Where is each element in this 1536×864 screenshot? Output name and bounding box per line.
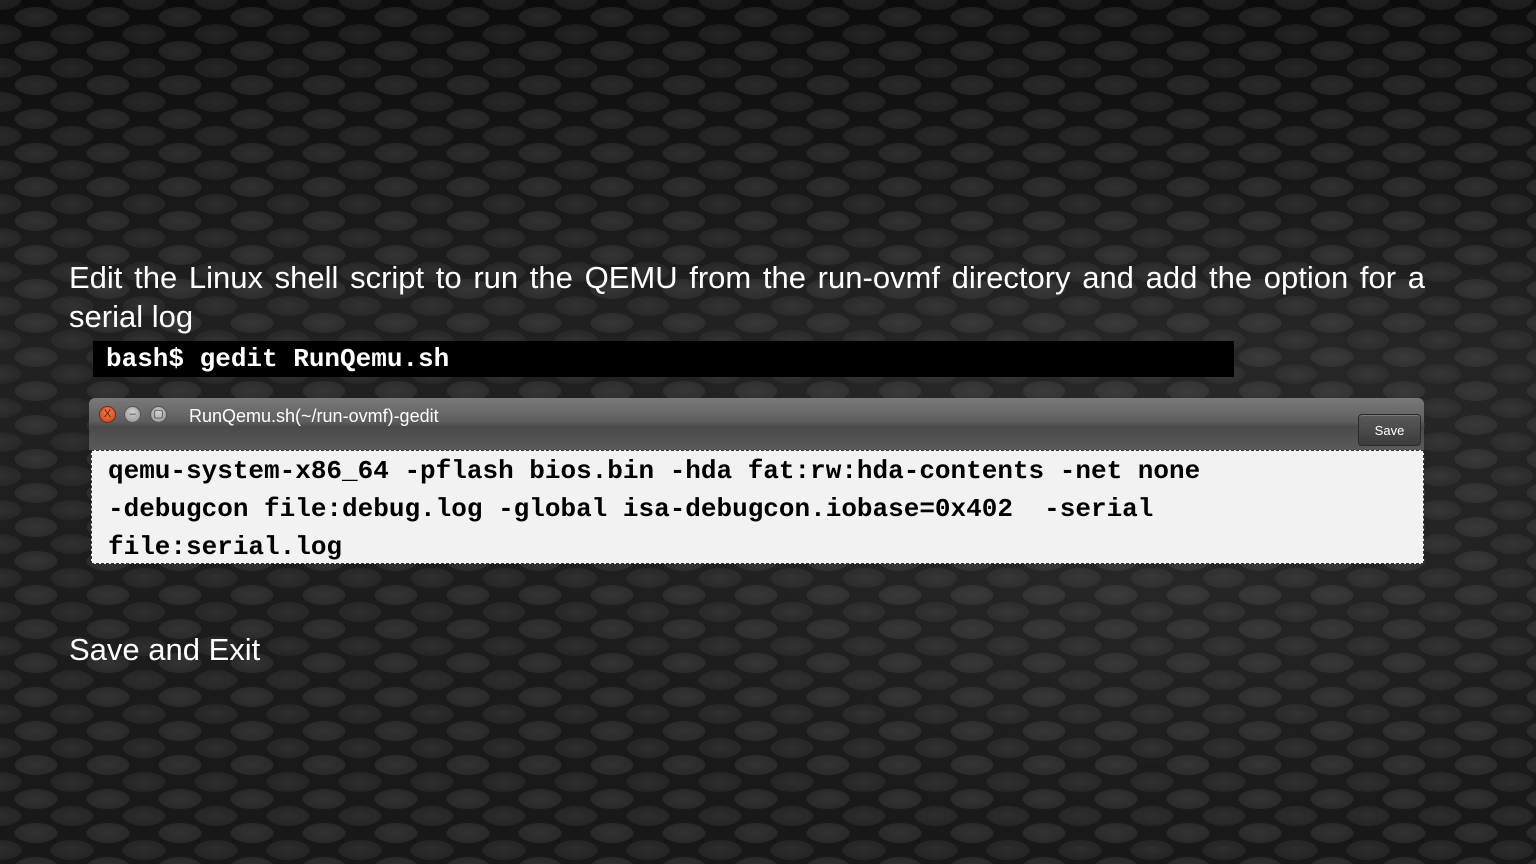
save-button[interactable]: Save [1358,414,1421,446]
terminal-command-bar: bash$ gedit RunQemu.sh [93,341,1234,377]
editor-text-area[interactable]: qemu-system-x86_64 -pflash bios.bin -hda… [91,450,1424,564]
instruction-text: Edit the Linux shell script to run the Q… [69,260,1425,334]
gedit-titlebar[interactable]: X – ▢ RunQemu.sh(~/run-ovmf)-gedit Save [89,398,1424,450]
editor-line: file:serial.log [108,532,343,562]
gedit-window: X – ▢ RunQemu.sh(~/run-ovmf)-gedit Save … [89,398,1424,565]
outro-text: Save and Exit [69,632,261,667]
minimize-icon[interactable]: – [124,406,141,423]
terminal-command: bash$ gedit RunQemu.sh [106,344,450,374]
maximize-icon[interactable]: ▢ [150,406,167,423]
editor-line: -debugcon file:debug.log -global isa-deb… [108,494,1154,524]
editor-line: qemu-system-x86_64 -pflash bios.bin -hda… [108,456,1201,486]
window-title: RunQemu.sh(~/run-ovmf)-gedit [189,406,439,426]
close-icon[interactable]: X [99,406,116,423]
